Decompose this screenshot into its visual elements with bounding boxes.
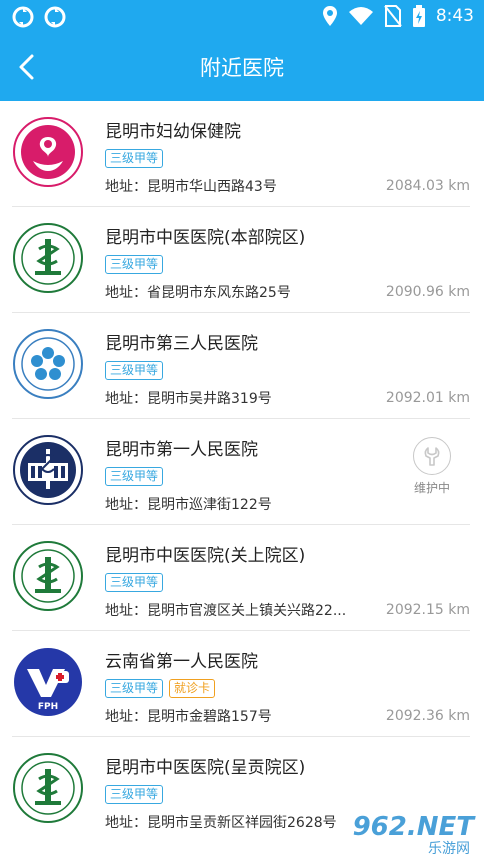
site-watermark: 962.NET 乐游网 [344, 808, 484, 860]
wifi-icon [348, 7, 373, 25]
hospital-name: 昆明市中医医院(本部院区) [105, 228, 306, 248]
page-title: 附近医院 [200, 56, 284, 80]
tag-group: 三级甲等 [105, 573, 164, 592]
hospital-distance: 2092.36 km [385, 708, 470, 724]
tcm-hospital-logo-icon [13, 541, 83, 611]
tag-group: 三级甲等 [105, 149, 164, 168]
location-icon [322, 6, 337, 26]
hospital-name: 昆明市妇幼保健院 [105, 122, 241, 142]
hospital-list-item[interactable]: 昆明市第三人民医院 三级甲等 地址：昆明市吴井路319号 2092.01 km [0, 313, 484, 419]
third-people-hospital-logo-icon [13, 329, 83, 399]
tcm-hospital-logo-icon [13, 753, 83, 823]
level-tag: 三级甲等 [105, 467, 164, 486]
hospital-list-item[interactable]: 昆明市第一人民医院 三级甲等 地址：昆明市巡津街122号 维护中 [0, 419, 484, 525]
hospital-address: 地址：昆明市金碧路157号 [105, 709, 272, 725]
hospital-name: 昆明市第一人民医院 [105, 440, 258, 460]
hospital-address: 地址：昆明市呈贡新区祥园街2628号 [105, 815, 337, 831]
hospital-address: 地址：昆明市华山西路43号 [105, 179, 277, 195]
tcm-hospital-logo-icon [13, 223, 83, 293]
hospital-list-item[interactable]: FPH 云南省第一人民医院 三级甲等 就诊卡 地址：昆明市金碧路157号 209… [0, 631, 484, 737]
level-tag: 三级甲等 [105, 573, 164, 592]
hospital-distance: 2092.15 km [385, 602, 470, 618]
clock: 8:43 [435, 6, 474, 26]
wrench-icon [413, 437, 451, 475]
hospital-name: 云南省第一人民医院 [105, 652, 258, 672]
tag-group: 三级甲等 [105, 255, 164, 274]
hospital-list-item[interactable]: 昆明市中医医院(关上院区) 三级甲等 地址：昆明市官渡区关上镇关兴路22... … [0, 525, 484, 631]
level-tag: 三级甲等 [105, 149, 164, 168]
sync-icon [44, 6, 66, 28]
app-header: 8:43 附近医院 [0, 0, 484, 101]
hospital-address: 地址：省昆明市东风东路25号 [105, 285, 291, 301]
sync-icon [12, 6, 34, 28]
fph-logo-text: FPH [38, 702, 58, 712]
hospital-name: 昆明市中医医院(关上院区) [105, 546, 306, 566]
tag-group: 三级甲等 [105, 361, 164, 380]
fph-hospital-logo-icon: FPH [14, 648, 82, 716]
level-tag: 三级甲等 [105, 679, 164, 698]
level-tag: 三级甲等 [105, 361, 164, 380]
hospital-list-item[interactable]: 昆明市妇幼保健院 三级甲等 地址：昆明市华山西路43号 2084.03 km [0, 101, 484, 207]
tag-group: 三级甲等 [105, 467, 164, 486]
watermark-subtitle: 乐游网 [428, 841, 470, 857]
hospital-address: 地址：昆明市巡津街122号 [105, 497, 272, 513]
hospital-name: 昆明市第三人民医院 [105, 334, 258, 354]
maintenance-status: 维护中 [410, 437, 454, 496]
maintenance-label: 维护中 [413, 481, 450, 495]
status-bar: 8:43 [0, 0, 484, 34]
no-sim-icon [384, 5, 402, 27]
hospital-name: 昆明市中医医院(呈贡院区) [105, 758, 306, 778]
hospital-address: 地址：昆明市官渡区关上镇关兴路22... [105, 603, 347, 619]
nav-bar: 附近医院 [0, 34, 484, 101]
hospital-list-item[interactable]: 昆明市中医医院(本部院区) 三级甲等 地址：省昆明市东风东路25号 2090.9… [0, 207, 484, 313]
level-tag: 三级甲等 [105, 255, 164, 274]
card-tag: 就诊卡 [169, 679, 216, 698]
first-people-hospital-logo-icon [13, 435, 83, 505]
tag-group: 三级甲等 就诊卡 [105, 679, 216, 698]
level-tag: 三级甲等 [105, 785, 164, 804]
tag-group: 三级甲等 [105, 785, 164, 804]
hospital-distance: 2084.03 km [385, 178, 470, 194]
hospital-distance: 2090.96 km [385, 284, 470, 300]
hospital-address: 地址：昆明市吴井路319号 [105, 391, 272, 407]
hospital-list: 昆明市妇幼保健院 三级甲等 地址：昆明市华山西路43号 2084.03 km 昆… [0, 101, 484, 843]
battery-charging-icon [412, 5, 425, 27]
hospital-distance: 2092.01 km [385, 390, 470, 406]
maternal-hospital-logo-icon [13, 117, 83, 187]
